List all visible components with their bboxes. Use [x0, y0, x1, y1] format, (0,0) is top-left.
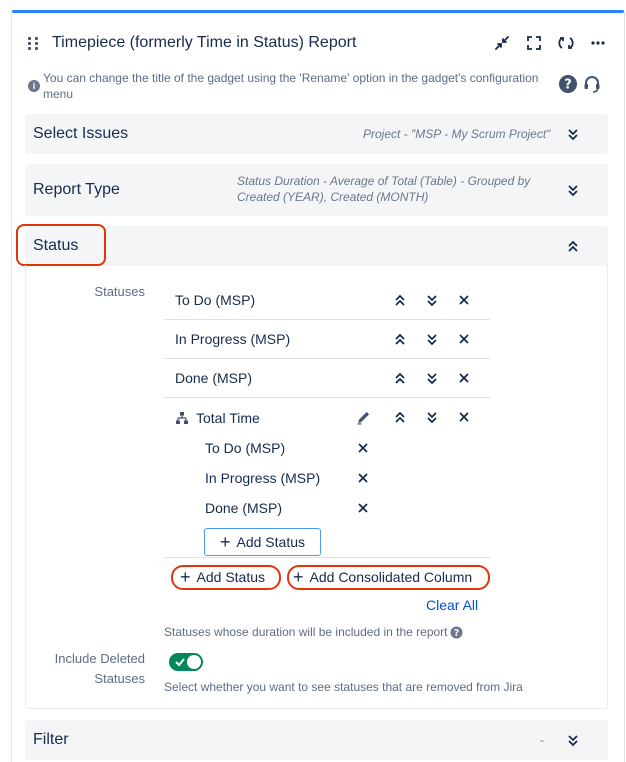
highlight-add-status-ring [171, 565, 281, 590]
statuses-help-text: Statuses whose duration will be included… [164, 625, 448, 639]
fullscreen-icon[interactable] [524, 33, 544, 53]
highlight-add-consolidated-ring [287, 565, 490, 590]
chevron-double-up-icon[interactable] [566, 239, 580, 253]
toggle-knob [187, 655, 201, 669]
support-headset-icon[interactable] [582, 74, 602, 99]
move-down-icon[interactable] [425, 410, 439, 424]
remove-child-icon[interactable] [356, 441, 370, 455]
section-filter[interactable]: Filter - [25, 720, 608, 760]
consolidated-header: Total Time [175, 410, 260, 426]
section-report-type[interactable]: Report Type Status Duration - Average of… [25, 164, 608, 216]
move-up-icon[interactable] [393, 371, 407, 385]
move-down-icon[interactable] [425, 371, 439, 385]
remove-icon[interactable] [457, 410, 471, 424]
section-status[interactable]: Status [25, 226, 608, 266]
help-icon[interactable]: ? [449, 625, 463, 639]
chevron-double-down-icon[interactable] [566, 127, 580, 141]
edit-pencil-icon[interactable] [355, 409, 372, 426]
chevron-double-down-icon[interactable] [566, 733, 580, 747]
section-label: Select Issues [33, 125, 129, 142]
section-label: Report Type [33, 181, 120, 198]
remove-child-icon[interactable] [356, 471, 370, 485]
move-down-icon[interactable] [425, 293, 439, 307]
remove-child-icon[interactable] [356, 501, 370, 515]
minimize-icon[interactable] [492, 33, 512, 53]
move-up-icon[interactable] [393, 410, 407, 424]
status-name: In Progress (MSP) [175, 331, 291, 347]
section-summary: - [540, 733, 544, 747]
svg-text:?: ? [453, 627, 458, 638]
rename-info-text: You can change the title of the gadget u… [43, 71, 539, 101]
move-up-icon[interactable] [393, 332, 407, 346]
consolidated-child-status: To Do (MSP) [205, 440, 286, 456]
include-deleted-label: Include Deleted Statuses [54, 651, 145, 686]
consolidated-child-status: In Progress (MSP) [205, 470, 321, 486]
move-down-icon[interactable] [425, 332, 439, 346]
highlight-status-ring [16, 224, 106, 266]
svg-text:?: ? [564, 78, 572, 93]
remove-icon[interactable] [457, 371, 471, 385]
section-summary: Project - "MSP - My Scrum Project" [363, 127, 551, 141]
status-name: To Do (MSP) [175, 292, 256, 308]
clear-all-link[interactable]: Clear All [426, 597, 478, 613]
hierarchy-icon [176, 412, 188, 424]
add-status-to-consolidated-button[interactable]: + Add Status [204, 528, 321, 556]
plus-icon: + [219, 532, 231, 552]
gadget-title: Timepiece (formerly Time in Status) Repo… [52, 34, 357, 51]
info-icon: i [28, 80, 40, 92]
move-up-icon[interactable] [393, 293, 407, 307]
drag-handle-icon[interactable] [28, 35, 42, 51]
section-label: Filter [33, 731, 69, 748]
include-deleted-toggle[interactable] [169, 653, 203, 671]
rename-info: i You can change the title of the gadget… [28, 70, 548, 102]
help-icon[interactable]: ? [558, 74, 578, 99]
check-icon [175, 658, 185, 667]
section-summary: Status Duration - Average of Total (Tabl… [237, 174, 531, 204]
section-select-issues[interactable]: Select Issues Project - "MSP - My Scrum … [25, 114, 608, 154]
gadget-header: Timepiece (formerly Time in Status) Repo… [28, 30, 608, 56]
status-name: Done (MSP) [175, 370, 253, 386]
consolidated-child-status: Done (MSP) [205, 500, 283, 516]
consolidated-name: Total Time [196, 410, 260, 426]
more-icon[interactable] [588, 33, 608, 53]
button-label: Add Status [236, 534, 306, 550]
remove-icon[interactable] [457, 332, 471, 346]
statuses-help: Statuses whose duration will be included… [164, 625, 463, 639]
remove-icon[interactable] [457, 293, 471, 307]
statuses-label: Statuses [94, 284, 145, 299]
include-deleted-help: Select whether you want to see statuses … [164, 680, 523, 694]
chevron-double-down-icon[interactable] [566, 183, 580, 197]
refresh-icon[interactable] [556, 33, 576, 53]
